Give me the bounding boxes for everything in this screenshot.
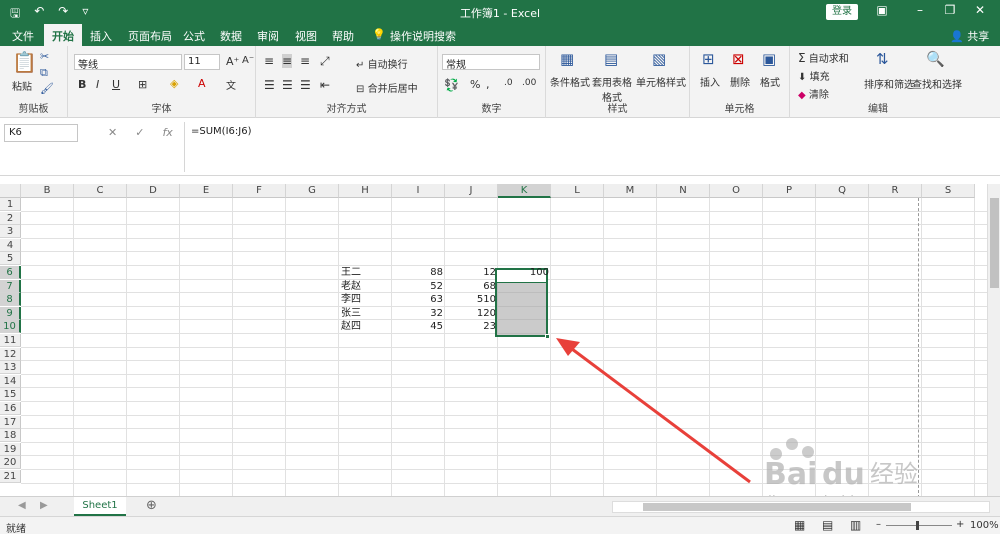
status-ready: 就绪 bbox=[6, 524, 26, 535]
zoom-slider-knob[interactable] bbox=[916, 521, 919, 530]
next-sheet-icon[interactable]: ▶ bbox=[40, 500, 48, 511]
zoom-slider[interactable] bbox=[886, 521, 952, 530]
zoom-level[interactable]: 100% bbox=[970, 520, 999, 531]
status-bar: 就绪 ▦ ▤ ▥ – + 100% bbox=[0, 516, 1000, 535]
horizontal-scrollbar-thumb[interactable] bbox=[643, 503, 911, 511]
sheet-tab-bar: ◀ ▶ Sheet1 ⊕ bbox=[0, 496, 1000, 516]
page-break-view-icon[interactable]: ▥ bbox=[850, 518, 861, 532]
svg-text:经验: 经验 bbox=[870, 460, 918, 488]
add-sheet-icon[interactable]: ⊕ bbox=[146, 498, 157, 513]
page-layout-view-icon[interactable]: ▤ bbox=[822, 518, 833, 532]
cell-sum-k[interactable]: 100 bbox=[498, 266, 551, 279]
prev-sheet-icon[interactable]: ◀ bbox=[18, 500, 26, 511]
horizontal-scrollbar[interactable] bbox=[612, 501, 990, 513]
zoom-out-icon[interactable]: – bbox=[876, 519, 881, 530]
arrow-shaft bbox=[567, 344, 751, 484]
zoom-in-icon[interactable]: + bbox=[956, 519, 964, 530]
normal-view-icon[interactable]: ▦ bbox=[794, 518, 805, 532]
svg-text:Bai: Bai bbox=[764, 457, 817, 492]
sheet-tab-sheet1[interactable]: Sheet1 bbox=[74, 497, 126, 516]
svg-text:du: du bbox=[822, 457, 865, 492]
